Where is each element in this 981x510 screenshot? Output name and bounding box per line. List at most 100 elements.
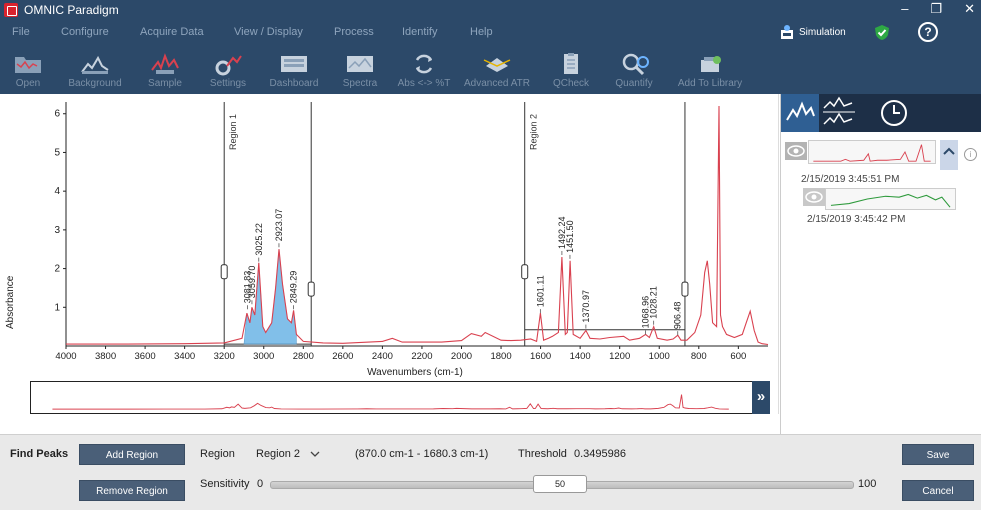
sensitivity-max-label: 100 [858,478,877,490]
dashboard-icon [281,56,307,72]
menu-help[interactable]: Help [470,26,493,38]
y-axis: 1 2 3 4 5 6 [54,102,67,346]
panel-tabs [781,94,981,132]
region-label: Region 1 [228,114,238,150]
tab-single-spectrum[interactable] [781,94,819,132]
chevron-down-icon [310,451,320,457]
omnic-paradigm-window: OMNIC Paradigm – ❐ ✕ File Configure Acqu… [0,0,981,510]
expand-overview-icon[interactable]: » [752,381,770,414]
peak-label: 2923.07 [274,209,284,242]
minimize-icon[interactable]: – [901,0,908,18]
toolbar: Open Background Sample Settings Dashboar… [0,44,981,94]
spectra-button[interactable]: Spectra [334,44,386,94]
close-icon[interactable]: ✕ [964,0,975,18]
spectrum-overview-strip[interactable] [30,381,770,414]
visibility-eye-icon[interactable] [785,142,807,160]
restore-icon[interactable]: ❐ [930,0,942,18]
find-peaks-title: Find Peaks [10,448,69,460]
menu-view-display[interactable]: View / Display [234,26,303,38]
x-tick-label: 1600 [530,351,551,362]
abs-t-button[interactable]: Abs <-> %T [396,44,452,94]
spectrum-view-icon [786,101,815,121]
y-tick-label: 2 [54,264,60,275]
x-tick-label: 1800 [490,351,511,362]
settings-button[interactable]: Settings [202,44,254,94]
x-tick-label: 2200 [411,351,432,362]
spectra-icon [347,56,373,72]
spectrum-thumbnail-green [825,188,956,210]
region-handle-right [681,281,689,297]
spectrum-list-item[interactable]: 2/15/2019 3:45:42 PM [781,188,981,228]
peak-label: 1028.21 [649,286,659,319]
info-icon[interactable]: i [964,148,977,161]
simulation-label[interactable]: Simulation [799,27,846,38]
qcheck-button[interactable]: QCheck [546,44,596,94]
x-tick-label: 2000 [451,351,472,362]
x-tick-label: 3000 [253,351,274,362]
quantify-button[interactable]: Quantify [608,44,660,94]
save-button[interactable]: Save [902,444,974,465]
sensitivity-slider-thumb[interactable]: 50 [533,475,587,493]
shield-check-icon[interactable] [874,24,890,41]
peak-label: 1601.11 [535,275,545,307]
region-handle-left [220,264,228,280]
x-tick-label: 800 [691,351,707,362]
region-label: Region 2 [529,114,539,150]
qcheck-clipboard-icon [564,53,578,74]
peak-label: 2849.29 [289,271,299,304]
region-select-value: Region 2 [256,448,301,460]
region-label: Region [200,448,235,460]
x-tick-label: 3800 [95,351,116,362]
y-tick-label: 4 [54,186,60,197]
sample-button[interactable]: Sample [140,44,190,94]
open-button[interactable]: Open [4,44,52,94]
convert-arrows-icon [415,54,433,74]
magnifier-icon [622,53,649,76]
region-range-text: (870.0 cm-1 - 1680.3 cm-1) [355,448,489,460]
menu-configure[interactable]: Configure [61,26,109,38]
x-tick-label: 1200 [609,351,630,362]
background-button[interactable]: Background [62,44,128,94]
visibility-eye-icon[interactable] [803,188,825,206]
add-to-library-button[interactable]: Add To Library [670,44,750,94]
x-axis: 4000 3800 3600 3400 3200 3000 2800 2600 2400 2200… [55,345,768,362]
x-tick-label: 600 [730,351,746,362]
advanced-atr-button[interactable]: Advanced ATR [460,44,534,94]
tab-history[interactable] [859,94,929,132]
menu-acquire-data[interactable]: Acquire Data [140,26,204,38]
atr-crystal-icon [483,58,511,72]
region-handle-right [307,281,315,297]
menu-file[interactable]: File [12,26,30,38]
x-tick-label: 3600 [135,351,156,362]
spectrum-trace [66,105,769,346]
spectrum-timestamp: 2/15/2019 3:45:42 PM [807,214,906,225]
spectrum-thumbnail-red [808,140,936,164]
x-tick-label: 1400 [570,351,591,362]
x-axis-label: Wavenumbers (cm-1) [367,367,463,378]
spectrum-list-item[interactable]: i 2/15/2019 3:45:51 PM [781,138,981,188]
spectrum-timestamp: 2/15/2019 3:45:51 PM [801,174,900,185]
help-icon[interactable]: ? [918,22,938,42]
tab-stacked-spectra[interactable] [819,94,859,132]
sample-icon [151,53,179,74]
title-bar: OMNIC Paradigm – ❐ ✕ [0,0,981,20]
collapse-chevron-up-icon[interactable] [940,140,958,170]
cancel-button[interactable]: Cancel [902,480,974,501]
peak-label: 3025.22 [254,223,264,256]
spectra-panel: i 2/15/2019 3:45:51 PM 2/15/2019 3:45:42… [780,94,981,434]
sensitivity-min-label: 0 [257,478,264,490]
y-tick-label: 5 [54,147,60,158]
background-icon [81,55,109,74]
peak-labels-layer: 3081.833059.703025.22 2923.072849.29 1601.… [243,209,683,336]
remove-region-button[interactable]: Remove Region [79,480,185,501]
menu-identify[interactable]: Identify [402,26,437,38]
add-region-button[interactable]: Add Region [79,444,185,465]
x-tick-label: 2800 [293,351,314,362]
menu-process[interactable]: Process [334,26,374,38]
region-select[interactable]: Region 2 [252,444,326,464]
settings-gear-icon [215,55,242,76]
dashboard-button[interactable]: Dashboard [264,44,324,94]
sensitivity-label: Sensitivity [200,478,250,490]
spectrum-chart[interactable]: 1 2 3 4 5 6 4000 3800 3600 3400 3200 3000 2800 2600 2… [0,94,779,381]
simulation-icon[interactable] [780,24,794,40]
